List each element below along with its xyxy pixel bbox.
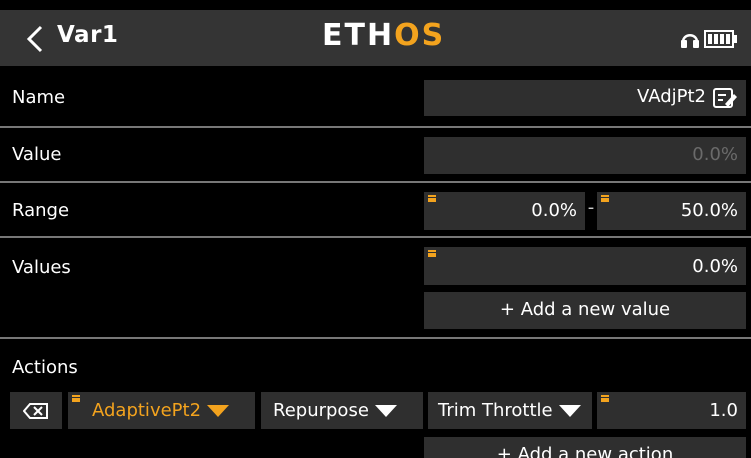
name-label: Name: [12, 87, 66, 108]
value-readout: 0.0%: [692, 144, 738, 165]
chevron-down-icon: [558, 405, 581, 417]
battery-icon: [704, 30, 737, 48]
divider: [0, 181, 751, 183]
range-label: Range: [12, 200, 70, 221]
edit-icon[interactable]: [712, 86, 738, 110]
action-amount-value: 1.0: [709, 400, 738, 421]
chevron-down-icon: [207, 405, 230, 417]
range-min-field[interactable]: 0.0%: [424, 192, 585, 230]
back-chevron-icon[interactable]: [22, 24, 50, 54]
action-source-select[interactable]: AdaptivePt2: [68, 392, 255, 429]
logo-accent: OS: [394, 18, 446, 53]
name-field[interactable]: VAdjPt2: [424, 80, 746, 116]
chevron-down-icon: [374, 405, 397, 417]
value-label: Value: [12, 144, 62, 165]
range-max-value: 50.0%: [680, 200, 738, 221]
values-value: 0.0%: [692, 256, 738, 277]
action-target-select[interactable]: Trim Throttle: [428, 392, 592, 429]
action-mode-value: Repurpose: [273, 400, 369, 421]
source-marker-icon: [601, 395, 609, 402]
delete-icon: [22, 403, 48, 419]
range-max-field[interactable]: 50.0%: [597, 192, 746, 230]
actions-label: Actions: [12, 357, 78, 378]
values-field[interactable]: 0.0%: [424, 247, 746, 285]
action-mode-select[interactable]: Repurpose: [261, 392, 423, 429]
range-separator: -: [587, 197, 595, 218]
action-source-value: AdaptivePt2: [92, 400, 202, 421]
name-value: VAdjPt2: [637, 86, 706, 107]
page-title: Var1: [57, 22, 119, 48]
action-target-value: Trim Throttle: [438, 400, 553, 421]
delete-action-button[interactable]: [10, 392, 62, 429]
value-field: 0.0%: [424, 137, 746, 174]
headphone-icon: [681, 34, 699, 48]
source-marker-icon: [72, 395, 80, 402]
header-bar: Var1 ETHOS: [0, 10, 751, 66]
add-value-button[interactable]: + Add a new value: [424, 292, 746, 329]
action-amount-field[interactable]: 1.0: [597, 392, 746, 429]
logo-main: ETH: [322, 18, 395, 53]
source-marker-icon: [601, 195, 609, 202]
divider: [0, 126, 751, 128]
screen: Var1 ETHOS Name VAdjPt2 Value 0.0% Range: [0, 0, 751, 458]
values-label: Values: [12, 257, 71, 278]
source-marker-icon: [428, 195, 436, 202]
ethos-logo: ETHOS: [322, 18, 445, 53]
source-marker-icon: [428, 250, 436, 257]
add-action-button[interactable]: + Add a new action: [424, 437, 746, 458]
range-min-value: 0.0%: [531, 200, 577, 221]
divider: [0, 236, 751, 238]
divider: [0, 337, 751, 339]
